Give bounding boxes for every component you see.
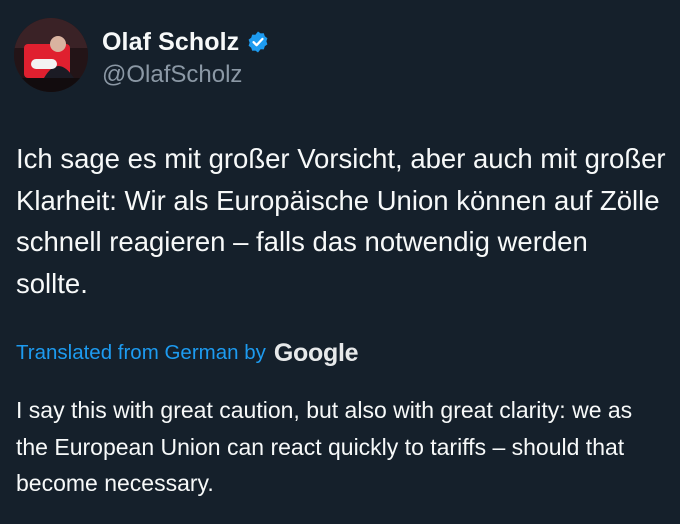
avatar[interactable] [14,18,88,92]
user-handle[interactable]: @OlafScholz [102,61,270,89]
name-row: Olaf Scholz [102,26,270,58]
display-name[interactable]: Olaf Scholz [102,28,239,57]
tweet-header: Olaf Scholz @OlafScholz [14,18,270,98]
tweet-text: Ich sage es mit großer Vorsicht, aber au… [16,143,666,299]
user-info: Olaf Scholz @OlafScholz [102,26,270,89]
google-logo: Google [273,338,359,367]
translated-text: I say this with great caution, but also … [16,397,633,496]
translation-attribution: Translated from German by Google [16,338,359,368]
avatar-image [14,18,88,92]
verified-badge-icon [246,30,270,54]
translated-from-label[interactable]: Translated from German by [16,341,266,365]
